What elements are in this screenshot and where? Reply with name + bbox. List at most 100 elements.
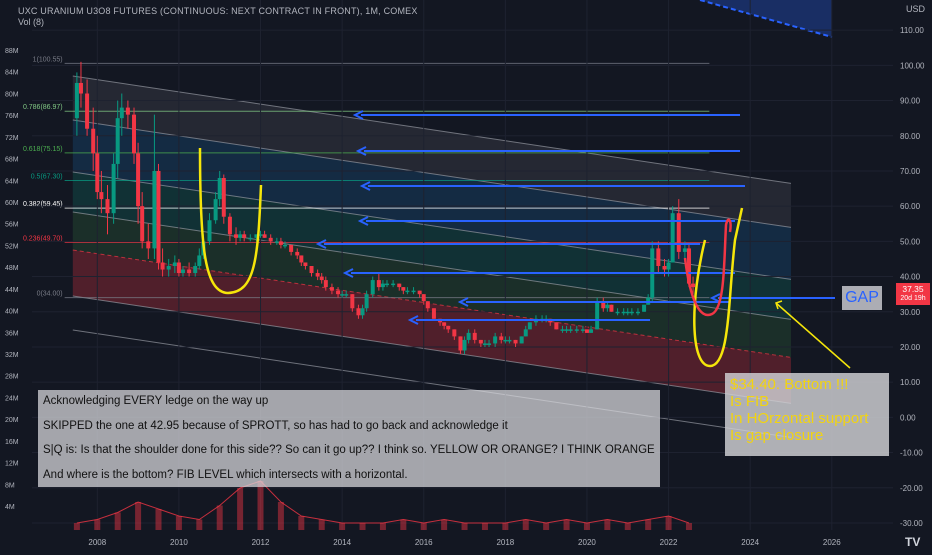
candle-body xyxy=(609,304,614,312)
candle-body xyxy=(568,329,573,331)
candle-body xyxy=(580,329,585,331)
candle-body xyxy=(446,325,451,330)
x-tick-label: 2014 xyxy=(333,538,351,547)
candle-body xyxy=(621,311,626,314)
x-tick-label: 2008 xyxy=(88,538,106,547)
candle-body xyxy=(642,304,647,312)
fib-level-label: 0.5(67.30) xyxy=(31,173,63,180)
candle-body xyxy=(472,332,477,340)
y-tick-label: 60.00 xyxy=(900,202,921,211)
candle-body xyxy=(574,329,579,331)
candle-body xyxy=(625,311,630,314)
fib-level-label: 0.382(59.45) xyxy=(23,201,63,208)
candle-body xyxy=(487,343,492,345)
note-line: And where is the bottom? FIB LEVEL which… xyxy=(43,468,408,481)
volume-bar xyxy=(379,523,386,530)
candle-body xyxy=(503,339,508,342)
fib-level-label: 1(100.55) xyxy=(33,56,63,63)
volume-bar xyxy=(237,488,244,530)
candle-body xyxy=(397,283,402,288)
candle-body xyxy=(99,192,104,200)
candle-body xyxy=(295,251,300,256)
volume-bar xyxy=(502,523,509,530)
volume-bar xyxy=(196,519,203,530)
candle-body xyxy=(595,301,600,330)
callout-line: Is gap closure xyxy=(730,427,824,444)
callout-line: In HOrzontal support xyxy=(730,410,869,427)
note-line: S|Q is: Is that the shoulder done for th… xyxy=(43,444,655,456)
candle-body xyxy=(560,329,565,331)
candle-body xyxy=(187,269,192,274)
candle-body xyxy=(303,262,308,266)
callout-box: $34.40. Bottom !!! Is FIB In HOrzontal s… xyxy=(725,373,889,456)
candle-body xyxy=(682,248,687,252)
candle-body xyxy=(391,283,396,286)
candle-body xyxy=(360,308,365,316)
candle-body xyxy=(172,262,177,266)
volume-bar xyxy=(216,505,223,530)
y-tick-label: 80.00 xyxy=(900,132,921,141)
notes-box: Acknowledging EVERY ledge on the way up … xyxy=(38,390,660,487)
y-tick-label: 0.00 xyxy=(900,413,916,422)
candle-body xyxy=(336,290,341,295)
candle-body xyxy=(676,213,681,252)
candle-body xyxy=(166,266,171,270)
candle-body xyxy=(95,153,100,193)
candle-body xyxy=(91,128,96,154)
y-tick-label: 90.00 xyxy=(900,97,921,106)
candle-body xyxy=(666,262,671,270)
x-tick-label: 2018 xyxy=(496,538,514,547)
volume-bar xyxy=(277,502,284,530)
candle-body xyxy=(356,308,361,316)
volume-tick-label: 68M xyxy=(5,157,19,164)
candle-body xyxy=(268,237,273,242)
candle-body xyxy=(405,290,410,293)
x-tick-label: 2010 xyxy=(170,538,188,547)
y-tick-label: 30.00 xyxy=(900,308,921,317)
candle-body xyxy=(274,241,279,243)
candle-body xyxy=(278,241,283,245)
candle-body xyxy=(385,283,390,286)
candle-body xyxy=(136,153,141,207)
candle-body xyxy=(431,308,436,319)
currency-label[interactable]: USD xyxy=(906,4,925,14)
fib-level-label: 0.786(86.97) xyxy=(23,104,63,111)
candle-body xyxy=(309,266,314,274)
candle-body xyxy=(421,294,426,302)
volume-bar xyxy=(298,516,305,530)
x-tick-label: 2012 xyxy=(252,538,270,547)
candle-body xyxy=(527,322,532,330)
y-tick-label: -30.00 xyxy=(900,519,923,528)
candle-body xyxy=(282,244,287,247)
last-price-countdown: 20d 19h xyxy=(900,295,926,302)
volume-tick-label: 56M xyxy=(5,222,19,229)
volume-bar xyxy=(155,509,162,530)
candle-body xyxy=(319,276,324,281)
volume-tick-label: 72M xyxy=(5,135,19,142)
candle-body xyxy=(499,336,504,340)
volume-bar xyxy=(94,519,101,530)
tradingview-logo[interactable]: TV xyxy=(905,535,920,549)
candle-body xyxy=(691,283,696,288)
y-tick-label: 20.00 xyxy=(900,343,921,352)
candle-body xyxy=(146,241,151,249)
candle-body xyxy=(458,336,463,351)
candle-body xyxy=(125,107,130,115)
volume-indicator-label[interactable]: Vol (8) xyxy=(18,17,44,27)
volume-bar xyxy=(543,523,550,530)
candle-body xyxy=(615,311,620,314)
volume-bar xyxy=(441,519,448,530)
candle-body xyxy=(176,262,181,274)
volume-tick-label: 48M xyxy=(5,265,19,272)
candle-body xyxy=(329,287,334,291)
candle-body xyxy=(115,118,120,164)
candle-body xyxy=(478,339,483,344)
volume-tick-label: 24M xyxy=(5,395,19,402)
candle-body xyxy=(248,237,253,240)
candle-body xyxy=(234,234,239,238)
last-price-value: 37.35 xyxy=(902,284,924,294)
volume-tick-label: 76M xyxy=(5,113,19,120)
candle-body xyxy=(554,322,559,330)
volume-tick-label: 28M xyxy=(5,374,19,381)
volume-bar xyxy=(645,519,652,530)
